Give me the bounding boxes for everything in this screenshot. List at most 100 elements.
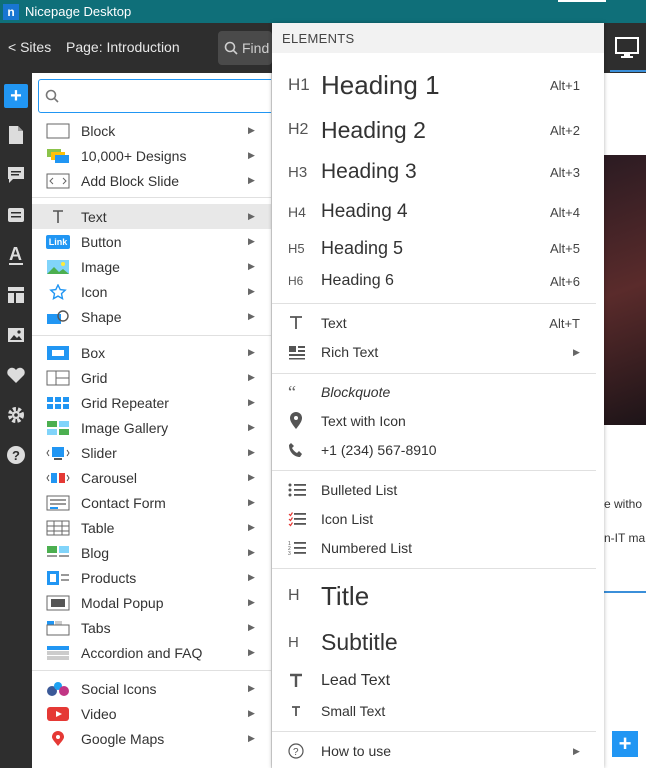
find-button[interactable]: Find xyxy=(218,31,272,65)
images-icon[interactable] xyxy=(4,323,28,347)
menu-item-icon[interactable]: Icon ▶ xyxy=(32,279,271,304)
heading-5-item[interactable]: H5 Heading 5 Alt+5 xyxy=(272,235,604,261)
menu-item-tabs[interactable]: Tabs ▶ xyxy=(32,615,271,640)
title-item[interactable]: H Title xyxy=(272,579,604,613)
products-icon xyxy=(46,570,70,586)
page-canvas[interactable]: e witho n-IT ma + xyxy=(604,73,646,768)
text-item[interactable]: Text Alt+T xyxy=(272,311,604,335)
desktop-view-button[interactable] xyxy=(610,33,644,63)
rich-text-label: Rich Text xyxy=(321,344,379,360)
menu-item-label: Modal Popup xyxy=(81,594,164,611)
heading-3-item[interactable]: H3 Heading 3 Alt+3 xyxy=(272,157,604,187)
star-icon xyxy=(46,283,70,300)
subtitle-label: Subtitle xyxy=(321,628,398,655)
menu-item-slider[interactable]: Slider ▶ xyxy=(32,440,271,465)
menu-item-accordion[interactable]: Accordion and FAQ ▶ xyxy=(32,640,271,665)
canvas-add-button[interactable]: + xyxy=(612,731,638,757)
heading-4-item[interactable]: H4 Heading 4 Alt+4 xyxy=(272,198,604,226)
menu-item-image[interactable]: Image ▶ xyxy=(32,254,271,279)
menu-item-image-gallery[interactable]: Image Gallery ▶ xyxy=(32,415,271,440)
phone-icon xyxy=(288,442,304,458)
menu-item-modal-popup[interactable]: Modal Popup ▶ xyxy=(32,590,271,615)
heading-3-label: Heading 3 xyxy=(321,160,417,183)
menu-item-label: Contact Form xyxy=(81,494,166,511)
find-label: Find xyxy=(242,40,270,56)
layout-icon[interactable] xyxy=(4,283,28,307)
heading-6-shortcut: Alt+6 xyxy=(550,273,580,289)
menu-item-shape[interactable]: Shape ▶ xyxy=(32,304,271,329)
menu-item-label: Image Gallery xyxy=(81,419,169,436)
numbered-list-item[interactable]: 123 Numbered List xyxy=(272,536,604,560)
menu-item-text[interactable]: Text ▶ xyxy=(32,204,271,229)
menu-item-box[interactable]: Box ▶ xyxy=(32,340,271,365)
menu-item-products[interactable]: Products ▶ xyxy=(32,565,271,590)
comments-icon[interactable] xyxy=(4,163,28,187)
menu-item-contact-form[interactable]: Contact Form ▶ xyxy=(32,490,271,515)
menu-item-grid-repeater[interactable]: Grid Repeater ▶ xyxy=(32,390,271,415)
page-selector[interactable]: Page: Introduction xyxy=(66,39,180,55)
title-h-icon: H xyxy=(288,587,300,604)
menu-item-block[interactable]: Block ▶ xyxy=(32,118,271,143)
how-to-use-item[interactable]: ? How to use ▶ xyxy=(272,739,604,763)
submenu-divider xyxy=(272,568,596,569)
rich-text-item[interactable]: Rich Text ▶ xyxy=(272,340,604,364)
menu-item-designs[interactable]: 10,000+ Designs ▶ xyxy=(32,143,271,168)
menu-item-label: Image xyxy=(81,258,120,275)
menu-item-label: Video xyxy=(81,705,117,722)
menu-item-label: Social Icons xyxy=(81,680,157,697)
phone-item[interactable]: +1 (234) 567-8910 xyxy=(272,438,604,462)
heading-5-shortcut: Alt+5 xyxy=(550,240,580,256)
box-icon xyxy=(46,345,70,361)
menu-item-video[interactable]: Video ▶ xyxy=(32,701,271,726)
menu-item-social-icons[interactable]: Social Icons ▶ xyxy=(32,676,271,701)
blockquote-item[interactable]: “ Blockquote xyxy=(272,380,604,404)
heading-6-item[interactable]: H6 Heading 6 Alt+6 xyxy=(272,269,604,293)
search-input[interactable] xyxy=(67,88,247,104)
left-rail: + A ? xyxy=(0,73,32,768)
numbered-list-label: Numbered List xyxy=(321,540,413,556)
menu-item-label: Slider xyxy=(81,444,117,461)
chevron-right-icon: ▶ xyxy=(248,708,255,718)
map-pin-icon xyxy=(46,730,70,747)
heading-1-item[interactable]: H1 Heading 1 Alt+1 xyxy=(272,67,604,103)
menu-item-add-block-slide[interactable]: Add Block Slide ▶ xyxy=(32,168,271,193)
title-bar: n Nicepage Desktop xyxy=(0,0,646,23)
text-with-icon-item[interactable]: Text with Icon xyxy=(272,409,604,433)
add-element-button[interactable]: + xyxy=(4,84,28,108)
heading-2-item[interactable]: H2 Heading 2 Alt+2 xyxy=(272,113,604,147)
element-search-field[interactable] xyxy=(38,79,271,113)
icon-list-item[interactable]: Icon List xyxy=(272,507,604,531)
chevron-right-icon: ▶ xyxy=(573,346,580,357)
menu-item-google-maps[interactable]: Google Maps ▶ xyxy=(32,726,271,751)
help-circle-icon: ? xyxy=(288,743,304,759)
lead-text-item[interactable]: Lead Text xyxy=(272,668,604,694)
blocks-icon[interactable] xyxy=(4,203,28,227)
menu-item-grid[interactable]: Grid ▶ xyxy=(32,365,271,390)
subtitle-item[interactable]: H Subtitle xyxy=(272,626,604,658)
favorites-heart-icon[interactable] xyxy=(4,363,28,387)
heading-1-shortcut: Alt+1 xyxy=(550,77,580,93)
pages-icon[interactable] xyxy=(4,123,28,147)
text-icon xyxy=(288,315,304,331)
sites-link[interactable]: < Sites xyxy=(8,39,51,55)
menu-item-button[interactable]: Link Button ▶ xyxy=(32,229,271,254)
chevron-right-icon: ▶ xyxy=(248,311,255,321)
menu-item-carousel[interactable]: Carousel ▶ xyxy=(32,465,271,490)
help-icon[interactable]: ? xyxy=(4,443,28,467)
button-link-badge: Link xyxy=(45,234,71,249)
menu-item-blog[interactable]: Blog ▶ xyxy=(32,540,271,565)
h2-tag: H2 xyxy=(288,121,309,138)
bulleted-list-item[interactable]: Bulleted List xyxy=(272,478,604,502)
menu-item-label: Box xyxy=(81,344,106,361)
chevron-right-icon: ▶ xyxy=(248,236,255,246)
app-logo-icon: n xyxy=(3,3,19,20)
typography-icon[interactable]: A xyxy=(4,243,28,267)
menu-item-label: Icon xyxy=(81,283,108,300)
chevron-right-icon: ▶ xyxy=(573,745,580,756)
small-text-item[interactable]: Small Text xyxy=(272,700,604,722)
chevron-right-icon: ▶ xyxy=(248,497,255,507)
heading-2-label: Heading 2 xyxy=(321,116,426,143)
settings-gear-icon[interactable] xyxy=(4,403,28,427)
search-icon xyxy=(224,41,238,55)
menu-item-table[interactable]: Table ▶ xyxy=(32,515,271,540)
